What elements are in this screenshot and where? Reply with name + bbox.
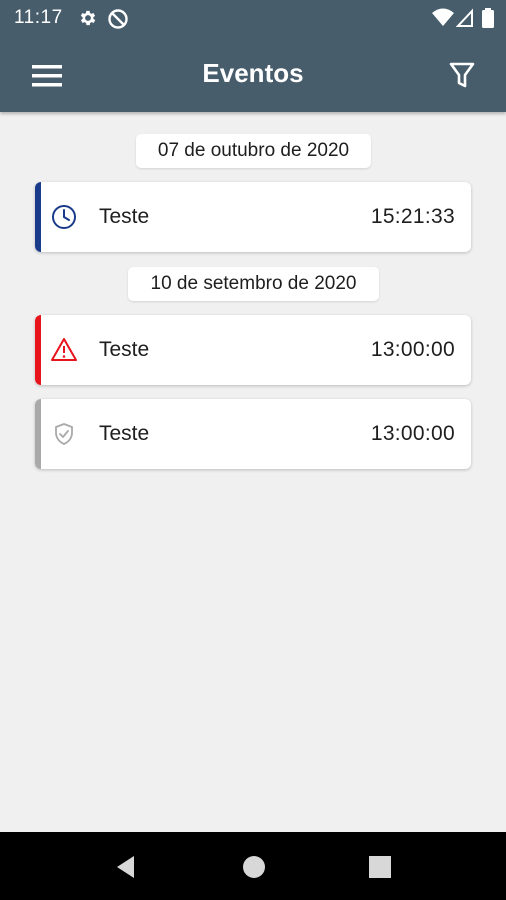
battery-icon: [482, 8, 494, 33]
filter-icon[interactable]: [444, 56, 480, 96]
home-circle-icon[interactable]: [239, 852, 269, 882]
app-bar: Eventos: [0, 36, 506, 112]
cell-signal-icon: [455, 8, 474, 33]
warning-triangle-icon: [51, 337, 77, 363]
settings-gear-icon: [78, 8, 98, 33]
page-title: Eventos: [202, 58, 304, 88]
system-nav-bar: [0, 832, 506, 900]
event-color-bar: [35, 399, 41, 469]
event-name: Teste: [99, 205, 150, 228]
status-time: 11:17: [14, 7, 63, 28]
events-list: 07 de outubro de 2020 Teste 15:21:33 10 …: [0, 112, 506, 832]
status-bar: 11:17: [0, 0, 506, 36]
event-time: 13:00:00: [370, 422, 455, 445]
event-name: Teste: [99, 338, 150, 361]
event-time: 13:00:00: [370, 338, 455, 361]
event-card[interactable]: Teste 15:21:33: [35, 182, 471, 252]
event-card[interactable]: Teste 13:00:00: [35, 399, 471, 469]
date-header: 10 de setembro de 2020: [128, 267, 379, 301]
event-color-bar: [35, 315, 41, 385]
clock-icon: [51, 204, 77, 230]
do-not-disturb-icon: [107, 8, 129, 35]
wifi-icon: [432, 8, 454, 33]
shield-check-icon: [51, 421, 77, 447]
event-name: Teste: [99, 422, 150, 445]
back-triangle-icon[interactable]: [112, 852, 142, 882]
recents-square-icon[interactable]: [365, 852, 395, 882]
event-time: 15:21:33: [370, 205, 455, 228]
event-card[interactable]: Teste 13:00:00: [35, 315, 471, 385]
date-header: 07 de outubro de 2020: [136, 134, 371, 168]
event-color-bar: [35, 182, 41, 252]
